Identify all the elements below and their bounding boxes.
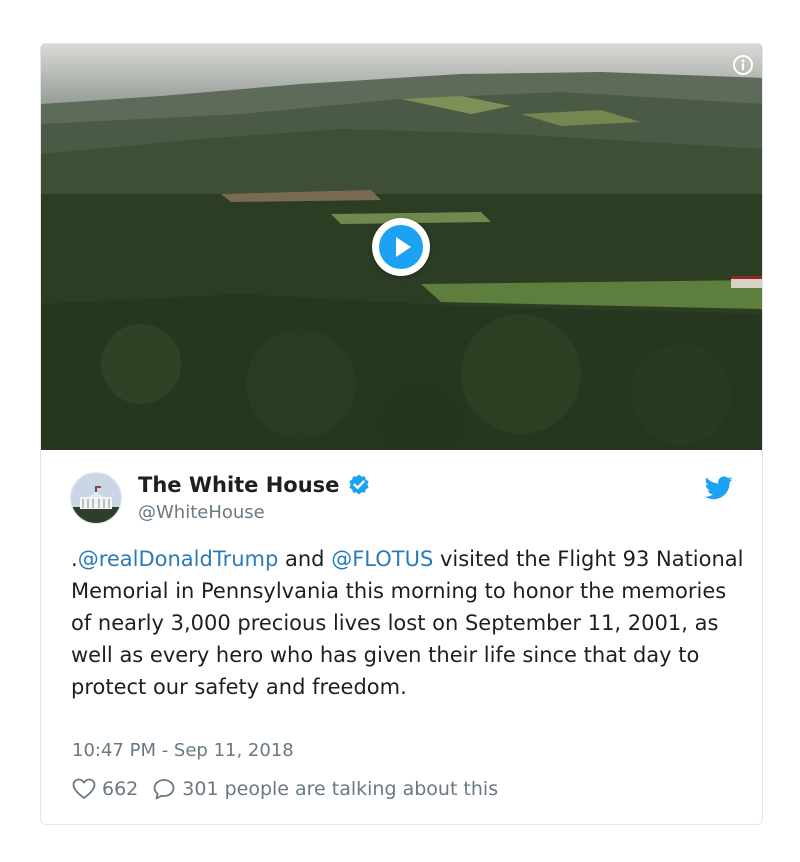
text-segment: . [71, 547, 78, 571]
twitter-bird-icon[interactable] [704, 476, 733, 500]
text-segment: and [278, 547, 332, 571]
tweet-card[interactable]: The White House @WhiteHouse .@realDonald… [40, 43, 763, 825]
display-name: The White House [138, 473, 340, 497]
conversation-link[interactable]: 301 people are talking about this [152, 778, 498, 800]
conversation-text: 301 people are talking about this [182, 778, 499, 800]
play-button[interactable] [372, 218, 430, 276]
tweet-text: .@realDonaldTrump and @FLOTUS visited th… [71, 543, 751, 703]
tweet-actions: 662 301 people are talking about this [72, 778, 498, 800]
verified-badge-icon [349, 474, 370, 495]
video-player[interactable] [41, 44, 762, 450]
tweet-header: The White House @WhiteHouse [70, 472, 733, 528]
like-count: 662 [102, 778, 139, 800]
avatar[interactable] [70, 472, 122, 524]
tweet-timestamp[interactable]: 10:47 PM - Sep 11, 2018 [72, 740, 294, 761]
mention-link-flotus[interactable]: @FLOTUS [331, 547, 433, 571]
author-handle[interactable]: @WhiteHouse [138, 502, 265, 523]
white-house-avatar [71, 473, 121, 523]
author-name-link[interactable]: The White House [138, 473, 371, 497]
like-button[interactable]: 662 [72, 778, 138, 800]
mention-link-realdonaldtrump[interactable]: @realDonaldTrump [78, 547, 279, 571]
heart-icon [72, 778, 96, 799]
play-icon [379, 225, 423, 269]
speech-bubble-icon [153, 779, 175, 800]
info-icon[interactable] [732, 54, 754, 76]
